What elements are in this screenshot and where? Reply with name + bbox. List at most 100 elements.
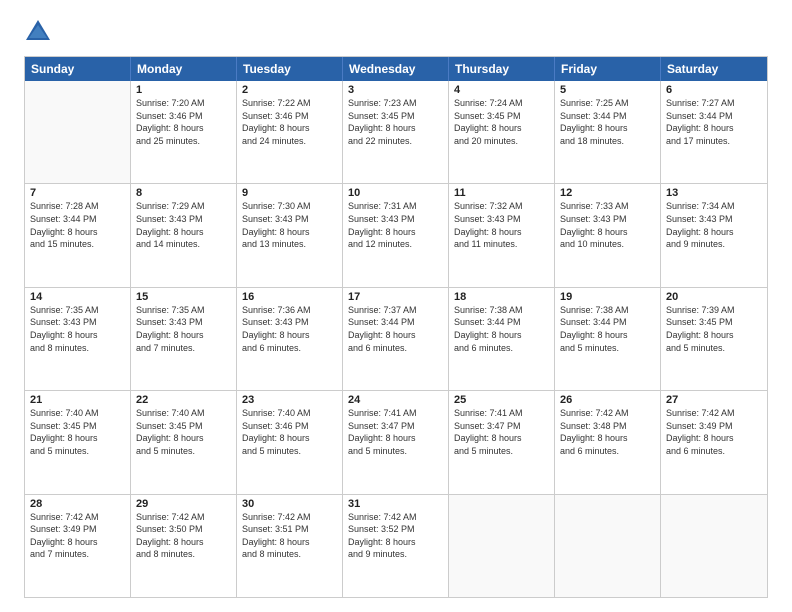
day-number: 12 xyxy=(560,187,655,199)
day-number: 28 xyxy=(30,498,125,510)
calendar-header-sunday: Sunday xyxy=(25,57,131,81)
day-number: 30 xyxy=(242,498,337,510)
day-number: 1 xyxy=(136,84,231,96)
day-number: 21 xyxy=(30,394,125,406)
day-info: Sunrise: 7:37 AMSunset: 3:44 PMDaylight:… xyxy=(348,304,443,354)
day-number: 10 xyxy=(348,187,443,199)
day-number: 16 xyxy=(242,291,337,303)
day-info: Sunrise: 7:40 AMSunset: 3:45 PMDaylight:… xyxy=(136,407,231,457)
day-info: Sunrise: 7:28 AMSunset: 3:44 PMDaylight:… xyxy=(30,200,125,250)
day-number: 31 xyxy=(348,498,443,510)
page: SundayMondayTuesdayWednesdayThursdayFrid… xyxy=(0,0,792,612)
calendar-cell-5-5 xyxy=(449,495,555,597)
day-info: Sunrise: 7:41 AMSunset: 3:47 PMDaylight:… xyxy=(454,407,549,457)
calendar-header-monday: Monday xyxy=(131,57,237,81)
logo-icon xyxy=(24,18,52,46)
day-number: 6 xyxy=(666,84,762,96)
day-number: 18 xyxy=(454,291,549,303)
day-info: Sunrise: 7:31 AMSunset: 3:43 PMDaylight:… xyxy=(348,200,443,250)
day-number: 20 xyxy=(666,291,762,303)
day-info: Sunrise: 7:33 AMSunset: 3:43 PMDaylight:… xyxy=(560,200,655,250)
day-info: Sunrise: 7:42 AMSunset: 3:49 PMDaylight:… xyxy=(666,407,762,457)
day-number: 7 xyxy=(30,187,125,199)
day-info: Sunrise: 7:23 AMSunset: 3:45 PMDaylight:… xyxy=(348,97,443,147)
day-number: 5 xyxy=(560,84,655,96)
calendar-header-wednesday: Wednesday xyxy=(343,57,449,81)
day-number: 14 xyxy=(30,291,125,303)
day-info: Sunrise: 7:35 AMSunset: 3:43 PMDaylight:… xyxy=(136,304,231,354)
logo xyxy=(24,18,56,46)
calendar-cell-5-2: 29Sunrise: 7:42 AMSunset: 3:50 PMDayligh… xyxy=(131,495,237,597)
day-info: Sunrise: 7:20 AMSunset: 3:46 PMDaylight:… xyxy=(136,97,231,147)
calendar-header-saturday: Saturday xyxy=(661,57,767,81)
day-info: Sunrise: 7:40 AMSunset: 3:46 PMDaylight:… xyxy=(242,407,337,457)
calendar-cell-4-2: 22Sunrise: 7:40 AMSunset: 3:45 PMDayligh… xyxy=(131,391,237,493)
day-number: 23 xyxy=(242,394,337,406)
calendar-cell-3-6: 19Sunrise: 7:38 AMSunset: 3:44 PMDayligh… xyxy=(555,288,661,390)
calendar-cell-2-4: 10Sunrise: 7:31 AMSunset: 3:43 PMDayligh… xyxy=(343,184,449,286)
day-number: 29 xyxy=(136,498,231,510)
day-info: Sunrise: 7:38 AMSunset: 3:44 PMDaylight:… xyxy=(560,304,655,354)
day-info: Sunrise: 7:39 AMSunset: 3:45 PMDaylight:… xyxy=(666,304,762,354)
calendar-cell-4-1: 21Sunrise: 7:40 AMSunset: 3:45 PMDayligh… xyxy=(25,391,131,493)
day-info: Sunrise: 7:34 AMSunset: 3:43 PMDaylight:… xyxy=(666,200,762,250)
calendar-cell-1-7: 6Sunrise: 7:27 AMSunset: 3:44 PMDaylight… xyxy=(661,81,767,183)
day-info: Sunrise: 7:42 AMSunset: 3:52 PMDaylight:… xyxy=(348,511,443,561)
day-info: Sunrise: 7:40 AMSunset: 3:45 PMDaylight:… xyxy=(30,407,125,457)
calendar-cell-3-5: 18Sunrise: 7:38 AMSunset: 3:44 PMDayligh… xyxy=(449,288,555,390)
calendar-cell-3-4: 17Sunrise: 7:37 AMSunset: 3:44 PMDayligh… xyxy=(343,288,449,390)
calendar-cell-1-1 xyxy=(25,81,131,183)
day-info: Sunrise: 7:25 AMSunset: 3:44 PMDaylight:… xyxy=(560,97,655,147)
day-info: Sunrise: 7:35 AMSunset: 3:43 PMDaylight:… xyxy=(30,304,125,354)
day-info: Sunrise: 7:42 AMSunset: 3:49 PMDaylight:… xyxy=(30,511,125,561)
day-number: 4 xyxy=(454,84,549,96)
day-info: Sunrise: 7:38 AMSunset: 3:44 PMDaylight:… xyxy=(454,304,549,354)
calendar-cell-5-4: 31Sunrise: 7:42 AMSunset: 3:52 PMDayligh… xyxy=(343,495,449,597)
day-info: Sunrise: 7:22 AMSunset: 3:46 PMDaylight:… xyxy=(242,97,337,147)
day-number: 17 xyxy=(348,291,443,303)
day-number: 19 xyxy=(560,291,655,303)
day-number: 25 xyxy=(454,394,549,406)
day-number: 8 xyxy=(136,187,231,199)
calendar-cell-1-3: 2Sunrise: 7:22 AMSunset: 3:46 PMDaylight… xyxy=(237,81,343,183)
day-number: 9 xyxy=(242,187,337,199)
calendar-cell-2-2: 8Sunrise: 7:29 AMSunset: 3:43 PMDaylight… xyxy=(131,184,237,286)
day-info: Sunrise: 7:30 AMSunset: 3:43 PMDaylight:… xyxy=(242,200,337,250)
calendar-header-thursday: Thursday xyxy=(449,57,555,81)
calendar-cell-2-3: 9Sunrise: 7:30 AMSunset: 3:43 PMDaylight… xyxy=(237,184,343,286)
day-info: Sunrise: 7:32 AMSunset: 3:43 PMDaylight:… xyxy=(454,200,549,250)
calendar-body: 1Sunrise: 7:20 AMSunset: 3:46 PMDaylight… xyxy=(25,81,767,597)
day-number: 3 xyxy=(348,84,443,96)
calendar-cell-5-3: 30Sunrise: 7:42 AMSunset: 3:51 PMDayligh… xyxy=(237,495,343,597)
day-number: 26 xyxy=(560,394,655,406)
calendar-cell-2-5: 11Sunrise: 7:32 AMSunset: 3:43 PMDayligh… xyxy=(449,184,555,286)
calendar-week-2: 7Sunrise: 7:28 AMSunset: 3:44 PMDaylight… xyxy=(25,183,767,286)
day-info: Sunrise: 7:29 AMSunset: 3:43 PMDaylight:… xyxy=(136,200,231,250)
calendar-week-1: 1Sunrise: 7:20 AMSunset: 3:46 PMDaylight… xyxy=(25,81,767,183)
header xyxy=(24,18,768,46)
calendar-cell-2-1: 7Sunrise: 7:28 AMSunset: 3:44 PMDaylight… xyxy=(25,184,131,286)
day-info: Sunrise: 7:27 AMSunset: 3:44 PMDaylight:… xyxy=(666,97,762,147)
calendar-cell-1-2: 1Sunrise: 7:20 AMSunset: 3:46 PMDaylight… xyxy=(131,81,237,183)
calendar-cell-1-5: 4Sunrise: 7:24 AMSunset: 3:45 PMDaylight… xyxy=(449,81,555,183)
calendar-cell-4-4: 24Sunrise: 7:41 AMSunset: 3:47 PMDayligh… xyxy=(343,391,449,493)
calendar: SundayMondayTuesdayWednesdayThursdayFrid… xyxy=(24,56,768,598)
calendar-cell-3-2: 15Sunrise: 7:35 AMSunset: 3:43 PMDayligh… xyxy=(131,288,237,390)
day-info: Sunrise: 7:42 AMSunset: 3:48 PMDaylight:… xyxy=(560,407,655,457)
calendar-week-5: 28Sunrise: 7:42 AMSunset: 3:49 PMDayligh… xyxy=(25,494,767,597)
day-number: 27 xyxy=(666,394,762,406)
calendar-cell-4-6: 26Sunrise: 7:42 AMSunset: 3:48 PMDayligh… xyxy=(555,391,661,493)
calendar-header-tuesday: Tuesday xyxy=(237,57,343,81)
calendar-cell-2-6: 12Sunrise: 7:33 AMSunset: 3:43 PMDayligh… xyxy=(555,184,661,286)
calendar-cell-5-7 xyxy=(661,495,767,597)
calendar-cell-3-1: 14Sunrise: 7:35 AMSunset: 3:43 PMDayligh… xyxy=(25,288,131,390)
day-number: 15 xyxy=(136,291,231,303)
calendar-cell-2-7: 13Sunrise: 7:34 AMSunset: 3:43 PMDayligh… xyxy=(661,184,767,286)
calendar-cell-4-5: 25Sunrise: 7:41 AMSunset: 3:47 PMDayligh… xyxy=(449,391,555,493)
calendar-cell-5-1: 28Sunrise: 7:42 AMSunset: 3:49 PMDayligh… xyxy=(25,495,131,597)
calendar-header-row: SundayMondayTuesdayWednesdayThursdayFrid… xyxy=(25,57,767,81)
day-number: 11 xyxy=(454,187,549,199)
calendar-header-friday: Friday xyxy=(555,57,661,81)
day-info: Sunrise: 7:24 AMSunset: 3:45 PMDaylight:… xyxy=(454,97,549,147)
day-info: Sunrise: 7:42 AMSunset: 3:50 PMDaylight:… xyxy=(136,511,231,561)
